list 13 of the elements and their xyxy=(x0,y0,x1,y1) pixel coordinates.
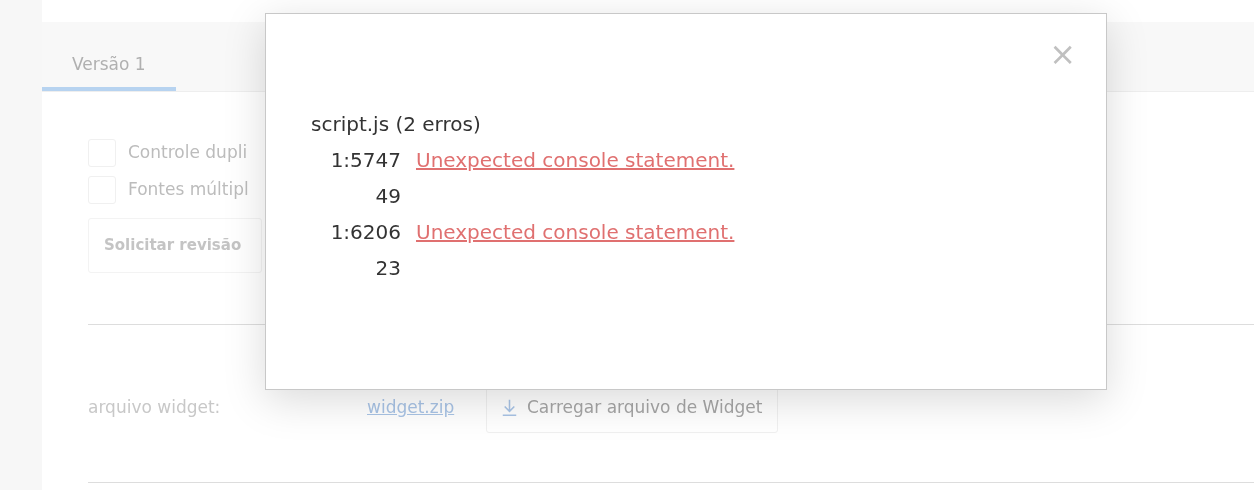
download-icon xyxy=(502,399,517,416)
error-position: 1:6206 xyxy=(329,219,401,246)
checkbox-label: Fontes múltipl xyxy=(128,177,249,201)
checkbox-label: Controle dupli xyxy=(128,140,248,164)
close-button[interactable]: × xyxy=(1049,38,1076,70)
file-heading: script.js (2 erros) xyxy=(311,111,482,138)
error-message-link[interactable]: Unexpected console statement. xyxy=(416,214,1106,250)
error-message-link[interactable]: Unexpected console statement. xyxy=(416,142,1106,178)
file-link[interactable]: widget.zip xyxy=(367,394,486,421)
error-column: 49 xyxy=(311,178,401,214)
review-button[interactable]: Solicitar revisão xyxy=(88,218,262,273)
error-position: 1:5747 xyxy=(329,147,401,174)
error-column: 23 xyxy=(311,250,401,286)
